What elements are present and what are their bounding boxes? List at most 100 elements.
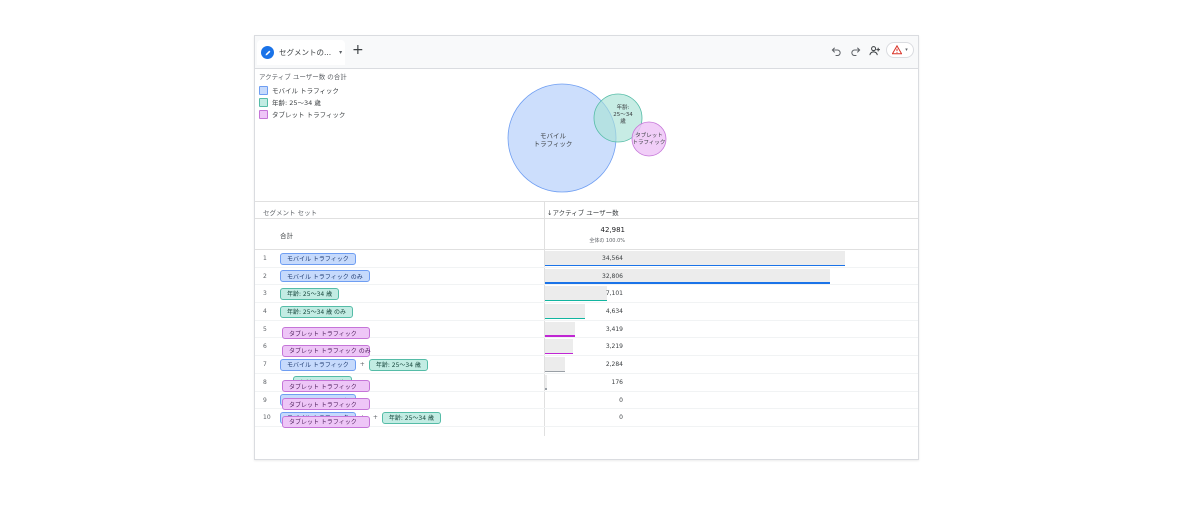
table-row[interactable]: 8 タブレット トラフィック+年齢: 25〜34 歳 176 bbox=[255, 374, 918, 393]
value-bar-underline bbox=[545, 370, 565, 373]
column-header-active-users[interactable]: ↓アクティブ ユーザー数 bbox=[547, 207, 619, 217]
active-users-value: 3,419 bbox=[605, 325, 623, 333]
total-percentage: 全体の 100.0% bbox=[589, 238, 625, 244]
undo-icon bbox=[831, 46, 841, 56]
venn-label-age: 年齢: bbox=[617, 103, 630, 111]
segment-chips: タブレット トラフィック+年齢: 25〜34 歳 bbox=[280, 376, 370, 393]
redo-button[interactable] bbox=[848, 43, 862, 57]
venn-label-age: 歳 bbox=[620, 117, 626, 125]
warning-menu-button[interactable]: ▾ bbox=[886, 42, 914, 58]
segment-chip[interactable]: モバイル トラフィック bbox=[280, 358, 356, 371]
legend-swatch bbox=[259, 109, 268, 119]
toolbar-actions: ▾ bbox=[829, 42, 914, 58]
legend-title: アクティブ ユーザー数 の合計 bbox=[259, 73, 347, 81]
venn-label-age: 25〜34 bbox=[613, 112, 633, 118]
total-label: 合計 bbox=[280, 232, 293, 240]
segment-chip[interactable]: 年齢: 25〜34 歳 bbox=[368, 358, 428, 371]
toolbar: セグメントの... ▾ + ▾ bbox=[255, 36, 918, 69]
segment-chip[interactable]: 年齢: 25〜34 歳 のみ bbox=[280, 305, 354, 318]
venn-diagram: モバイル トラフィック 年齢: 25〜34 歳 タブレット トラフィック bbox=[507, 83, 667, 193]
column-header-segment-set[interactable]: セグメント セット bbox=[263, 207, 317, 217]
value-bar-underline bbox=[545, 264, 845, 266]
warning-icon bbox=[892, 45, 903, 55]
venn-label-tablet: タブレット bbox=[635, 131, 663, 139]
row-number: 4 bbox=[263, 308, 267, 316]
active-users-value: 2,284 bbox=[605, 361, 623, 369]
tab-label: セグメントの... bbox=[279, 48, 332, 57]
active-users-value: 4,634 bbox=[605, 308, 623, 316]
legend-item-age: 年齢: 25〜34 歳 bbox=[259, 96, 347, 108]
legend-swatch bbox=[259, 97, 268, 107]
row-number: 5 bbox=[263, 325, 267, 333]
table-row[interactable]: 3 年齢: 25〜34 歳 7,101 bbox=[255, 285, 918, 304]
table-body: 1 モバイル トラフィック 34,564 2 モバイル トラフィック のみ 32,806 3… bbox=[255, 250, 918, 428]
table-header: セグメント セット ↓アクティブ ユーザー数 bbox=[255, 201, 918, 219]
active-users-value: 32,806 bbox=[602, 272, 623, 280]
chart-legend: アクティブ ユーザー数 の合計 モバイル トラフィック 年齢: 25〜34 歳 … bbox=[259, 71, 347, 120]
segment-chips: モバイル トラフィック+タブレット トラフィック+年齢: 25〜34 歳 bbox=[280, 411, 441, 428]
legend-label: 年齢: 25〜34 歳 bbox=[272, 99, 321, 107]
tab-segment-overlap[interactable]: セグメントの... ▾ bbox=[257, 40, 345, 65]
value-bar-underline bbox=[545, 352, 573, 355]
venn-circle-tablet[interactable] bbox=[631, 121, 667, 157]
row-number: 8 bbox=[263, 378, 267, 386]
table-row[interactable]: 5 タブレット トラフィック 3,419 bbox=[255, 321, 918, 340]
chevron-down-icon[interactable]: ▾ bbox=[339, 49, 342, 56]
table-row[interactable]: 6 タブレット トラフィック のみ 3,219 bbox=[255, 338, 918, 357]
table-row[interactable]: 7 モバイル トラフィック + 年齢: 25〜34 歳 2,284 bbox=[255, 356, 918, 374]
segment-chips: モバイル トラフィック + 年齢: 25〜34 歳 bbox=[280, 358, 428, 371]
value-bar-underline bbox=[545, 388, 547, 390]
row-number: 3 bbox=[263, 290, 267, 298]
row-number: 7 bbox=[263, 361, 267, 369]
segment-chips: 年齢: 25〜34 歳 のみ bbox=[280, 305, 354, 318]
undo-button[interactable] bbox=[829, 43, 843, 57]
segment-chip[interactable]: タブレット トラフィック のみ bbox=[282, 344, 371, 357]
segment-chip[interactable]: 年齢: 25〜34 歳 bbox=[280, 287, 340, 300]
table-row[interactable]: 9 モバイル トラフィック+タブレット トラフィック 0 bbox=[255, 392, 918, 410]
segment-chip[interactable]: タブレット トラフィック bbox=[282, 415, 370, 428]
active-users-value: 0 bbox=[619, 396, 623, 404]
legend-swatch bbox=[259, 85, 268, 95]
segment-chips: モバイル トラフィック+タブレット トラフィック bbox=[280, 394, 370, 410]
segment-chip[interactable]: タブレット トラフィック bbox=[282, 398, 370, 410]
segment-chips: モバイル トラフィック bbox=[280, 252, 356, 265]
active-users-value: 34,564 bbox=[602, 255, 623, 262]
add-person-icon bbox=[868, 45, 880, 55]
value-bar-underline bbox=[545, 299, 607, 302]
chevron-down-icon: ▾ bbox=[905, 47, 908, 53]
total-row: 合計 42,981 全体の 100.0% bbox=[255, 219, 918, 250]
table-row[interactable]: 2 モバイル トラフィック のみ 32,806 bbox=[255, 268, 918, 286]
value-bar-underline bbox=[545, 282, 830, 284]
active-users-value: 3,219 bbox=[605, 343, 623, 351]
plus-separator: + bbox=[372, 414, 378, 422]
row-number: 10 bbox=[263, 414, 271, 422]
exploration-panel: セグメントの... ▾ + ▾ アクティブ ユーザー数 の合計 モバイル トラフ… bbox=[254, 35, 919, 460]
table-row[interactable]: 10 モバイル トラフィック+タブレット トラフィック+年齢: 25〜34 歳 0 bbox=[255, 409, 918, 428]
segment-chips: 年齢: 25〜34 歳 bbox=[280, 287, 340, 300]
table-row[interactable]: 4 年齢: 25〜34 歳 のみ 4,634 bbox=[255, 303, 918, 321]
table-row[interactable]: 1 モバイル トラフィック 34,564 bbox=[255, 250, 918, 268]
legend-label: モバイル トラフィック bbox=[272, 87, 339, 95]
segment-chip[interactable]: モバイル トラフィック bbox=[280, 252, 356, 265]
segment-chip[interactable]: タブレット トラフィック bbox=[282, 327, 370, 340]
share-user-button[interactable] bbox=[867, 43, 881, 57]
value-bar-underline bbox=[545, 317, 586, 320]
active-users-value: 0 bbox=[619, 414, 623, 422]
segment-chip[interactable]: 年齢: 25〜34 歳 bbox=[381, 411, 441, 424]
redo-icon bbox=[850, 46, 860, 56]
value-bar-underline bbox=[545, 335, 575, 337]
segment-chip[interactable]: タブレット トラフィック bbox=[282, 380, 370, 393]
row-number: 1 bbox=[263, 255, 267, 262]
venn-label-mobile: トラフィック bbox=[534, 140, 573, 148]
total-value: 42,981 bbox=[600, 226, 626, 234]
row-number: 2 bbox=[263, 272, 267, 280]
legend-item-mobile: モバイル トラフィック bbox=[259, 84, 347, 96]
segment-chip[interactable]: モバイル トラフィック のみ bbox=[280, 270, 370, 283]
row-number: 9 bbox=[263, 396, 267, 404]
row-number: 6 bbox=[263, 343, 267, 351]
plus-separator: + bbox=[359, 361, 365, 369]
segment-overlap-table: セグメント セット ↓アクティブ ユーザー数 合計 42,981 全体の 100… bbox=[255, 201, 918, 436]
add-tab-button[interactable]: + bbox=[352, 43, 364, 57]
legend-item-tablet: タブレット トラフィック bbox=[259, 108, 347, 120]
segment-chips: モバイル トラフィック のみ bbox=[280, 270, 370, 283]
